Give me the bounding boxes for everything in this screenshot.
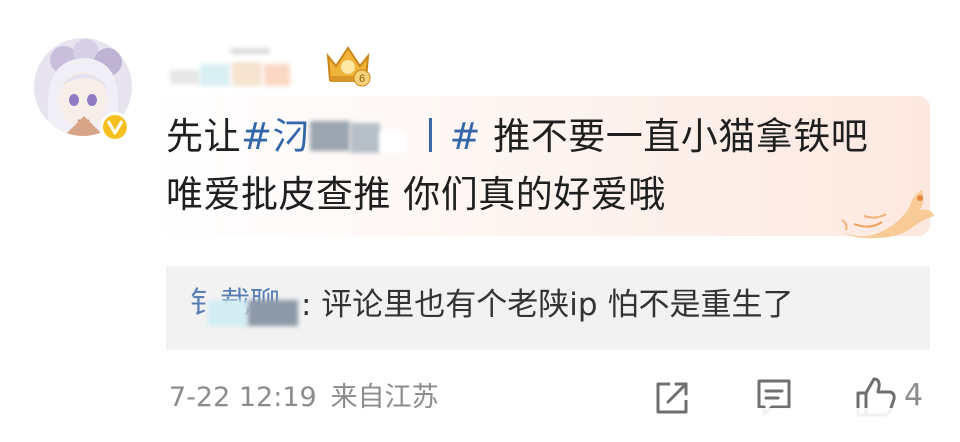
username[interactable] <box>170 48 320 90</box>
hashtag-visible-2: 丨 <box>412 115 450 158</box>
verified-icon <box>100 112 130 142</box>
post-source: 来自江苏 <box>330 382 439 413</box>
reply-text: : 评论里也有个老陕ip 怕不是重生了 <box>301 287 794 323</box>
watermark-area <box>740 408 950 438</box>
hashtag-link[interactable]: #汈 丨# <box>241 115 481 158</box>
badge-level: 6 <box>359 73 365 85</box>
reply-username[interactable]: 钅载聊 <box>190 284 302 326</box>
post-time: 7-22 12:19 <box>169 382 317 413</box>
hashtag-close: # <box>449 115 482 158</box>
hashtag-open: # <box>241 115 273 158</box>
share-button[interactable] <box>650 376 694 420</box>
redacted-topic <box>310 115 412 155</box>
phoenix-decoration-icon <box>836 180 936 246</box>
crown-badge-icon: 6 <box>322 42 374 88</box>
post-meta: 7-22 12:19 来自江苏 <box>169 378 439 418</box>
hashtag-visible: 汈 <box>272 115 311 158</box>
post-text-before: 先让 <box>166 115 241 158</box>
post-text: 先让#汈 丨# 推不要一直小猫拿铁吧 唯爱批皮查推 你们真的好爱哦 <box>166 108 896 224</box>
share-icon <box>656 382 688 414</box>
